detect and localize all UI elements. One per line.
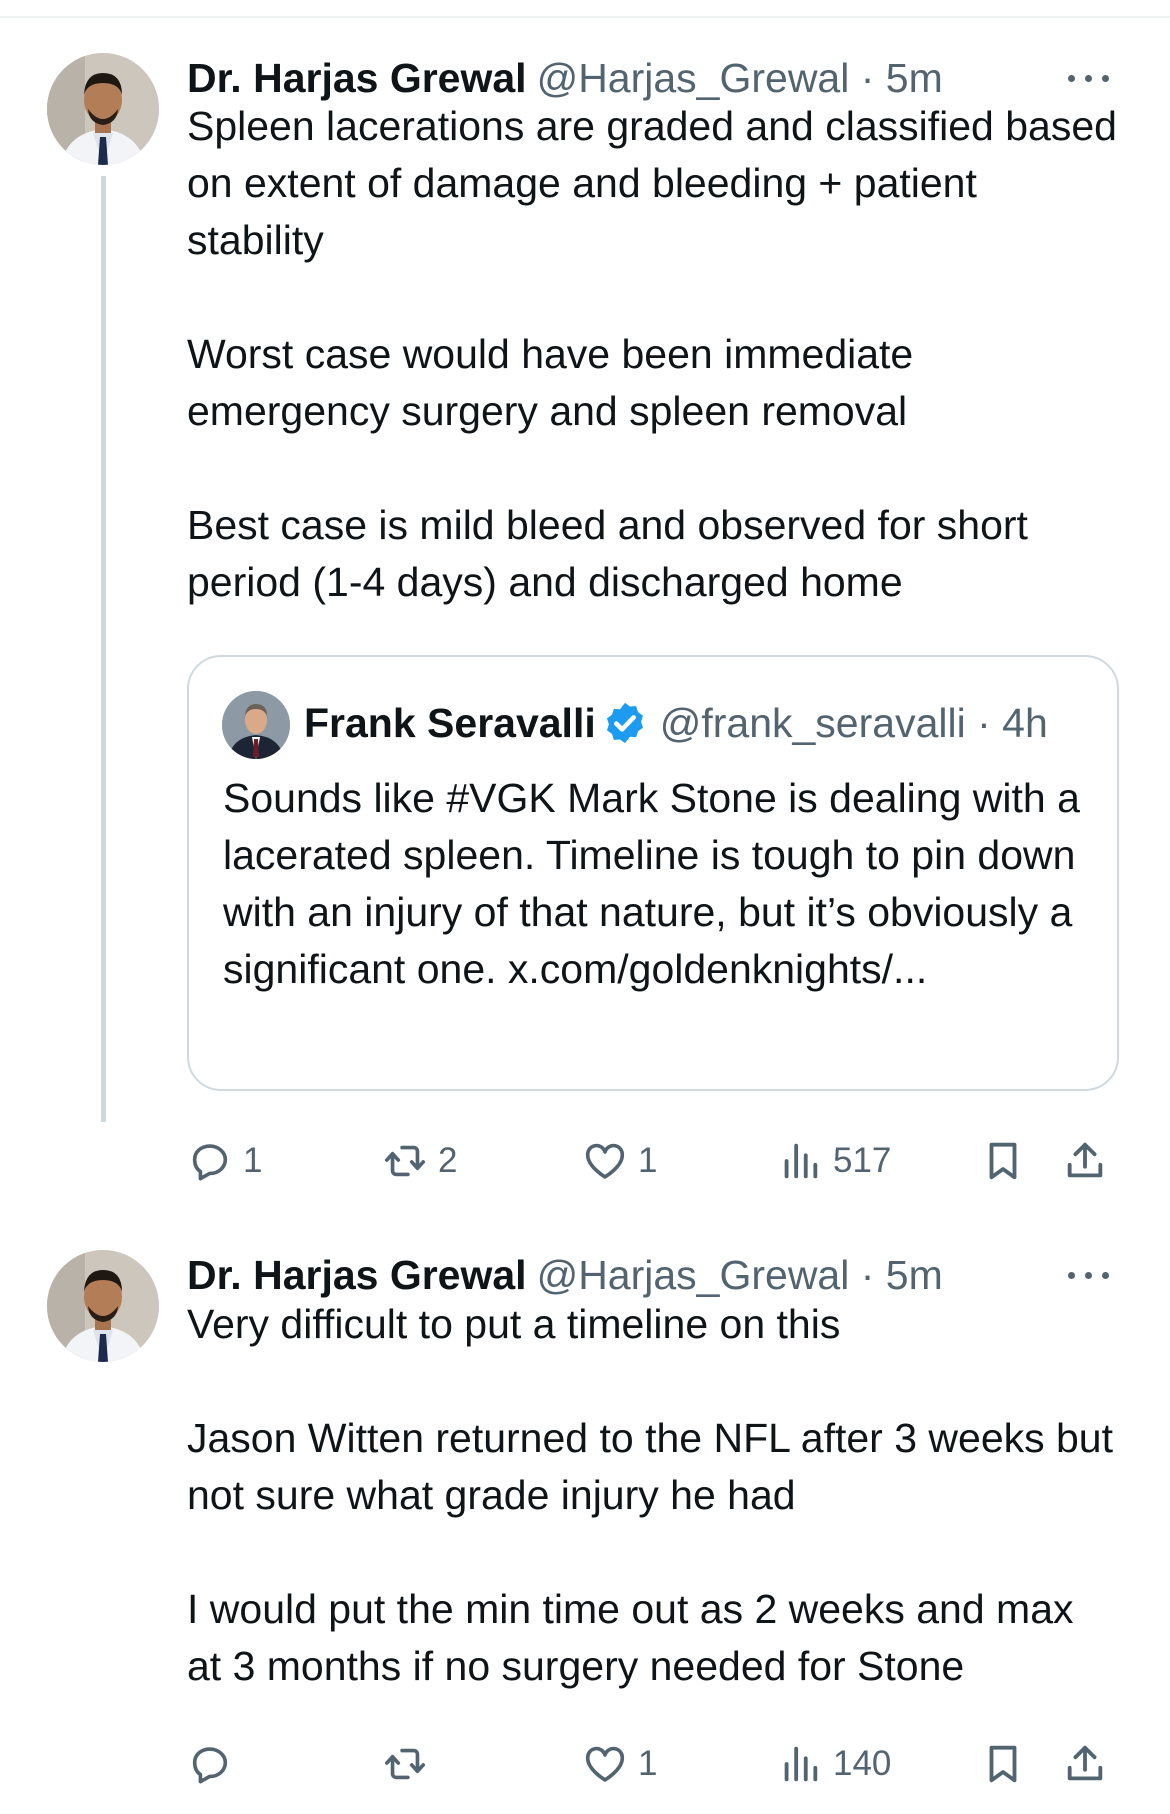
views-icon bbox=[784, 1746, 818, 1782]
top-divider bbox=[0, 16, 1170, 18]
reply-icon bbox=[192, 1747, 228, 1784]
view-count: 517 bbox=[833, 1141, 892, 1180]
doctor-avatar-icon bbox=[47, 1250, 159, 1362]
quoted-header: Frank Seravalli @frank_seravalli · 4h bbox=[304, 695, 1048, 751]
reply-button[interactable]: 1 bbox=[187, 1133, 262, 1189]
tweet-paragraph: Best case is mild bleed and observed for… bbox=[187, 502, 1028, 605]
quoted-author-name[interactable]: Frank Seravalli bbox=[304, 700, 596, 746]
tweet-paragraph bbox=[187, 269, 1117, 326]
tweet-paragraph bbox=[187, 1353, 1117, 1410]
quoted-time[interactable]: · 4h bbox=[977, 700, 1048, 746]
like-icon bbox=[585, 1746, 625, 1782]
reply-count: 1 bbox=[243, 1141, 263, 1180]
reply-icon bbox=[192, 1144, 228, 1181]
like-count: 1 bbox=[638, 1744, 658, 1783]
tweet-paragraph: Jason Witten returned to the NFL after 3… bbox=[187, 1415, 1114, 1518]
like-button[interactable]: 1 bbox=[582, 1133, 657, 1189]
thread-connector-line bbox=[101, 176, 106, 1122]
share-button[interactable] bbox=[1062, 1133, 1108, 1189]
views-button[interactable]: 140 bbox=[777, 1736, 891, 1792]
views-icon bbox=[784, 1143, 818, 1179]
share-button[interactable] bbox=[1062, 1736, 1108, 1792]
verified-badge-icon bbox=[606, 702, 643, 744]
tweet-text: Spleen lacerations are graded and classi… bbox=[187, 98, 1117, 611]
repost-button[interactable]: 2 bbox=[382, 1133, 457, 1189]
author-name[interactable]: Dr. Harjas Grewal bbox=[187, 1252, 527, 1298]
repost-count: 2 bbox=[438, 1141, 458, 1180]
bookmark-icon bbox=[989, 1745, 1017, 1783]
bookmark-icon bbox=[989, 1142, 1017, 1180]
like-count: 1 bbox=[638, 1141, 658, 1180]
repost-icon bbox=[384, 1748, 426, 1780]
tweet-paragraph: Very difficult to put a timeline on this bbox=[187, 1301, 841, 1347]
tweet-header: Dr. Harjas Grewal @Harjas_Grewal · 5m bbox=[187, 1247, 943, 1303]
tweet-paragraph: Spleen lacerations are graded and classi… bbox=[187, 103, 1117, 263]
bookmark-button[interactable] bbox=[980, 1133, 1026, 1189]
bookmark-button[interactable] bbox=[980, 1736, 1026, 1792]
tweet-paragraph bbox=[187, 1524, 1117, 1581]
tweet-time[interactable]: · 5m bbox=[861, 1252, 943, 1298]
tweet-paragraph: Worst case would have been immediate eme… bbox=[187, 331, 914, 434]
repost-button[interactable] bbox=[382, 1736, 438, 1792]
quoted-author-handle[interactable]: @frank_seravalli bbox=[660, 700, 966, 746]
share-icon bbox=[1067, 1142, 1103, 1178]
more-icon[interactable] bbox=[1066, 60, 1114, 96]
view-count: 140 bbox=[833, 1744, 892, 1783]
more-icon[interactable] bbox=[1066, 1257, 1114, 1293]
quoted-author-avatar[interactable] bbox=[222, 691, 290, 759]
like-button[interactable]: 1 bbox=[582, 1736, 657, 1792]
quoted-text: Sounds like #VGK Mark Stone is dealing w… bbox=[223, 775, 1080, 992]
like-icon bbox=[585, 1143, 625, 1179]
tweet-text: Very difficult to put a timeline on this… bbox=[187, 1296, 1117, 1695]
doctor-avatar-icon bbox=[47, 53, 159, 165]
tweet-time[interactable]: · 5m bbox=[861, 55, 943, 101]
views-button[interactable]: 517 bbox=[777, 1133, 891, 1189]
reply-button[interactable] bbox=[187, 1736, 243, 1792]
author-name[interactable]: Dr. Harjas Grewal bbox=[187, 55, 527, 101]
author-avatar[interactable] bbox=[47, 1250, 159, 1362]
tweet-paragraph: I would put the min time out as 2 weeks … bbox=[187, 1586, 1074, 1689]
tweet-paragraph bbox=[187, 440, 1117, 497]
repost-icon bbox=[384, 1145, 426, 1177]
share-icon bbox=[1067, 1745, 1103, 1781]
tweet-actions: 1 140 bbox=[187, 1736, 1127, 1792]
quoted-tweet[interactable]: Frank Seravalli @frank_seravalli · 4h Sou… bbox=[187, 655, 1119, 1091]
author-avatar[interactable] bbox=[47, 53, 159, 165]
tweet-actions: 1 2 1 517 bbox=[187, 1133, 1127, 1189]
person-avatar-icon bbox=[222, 691, 290, 759]
author-handle[interactable]: @Harjas_Grewal bbox=[537, 1252, 850, 1298]
author-handle[interactable]: @Harjas_Grewal bbox=[537, 55, 850, 101]
